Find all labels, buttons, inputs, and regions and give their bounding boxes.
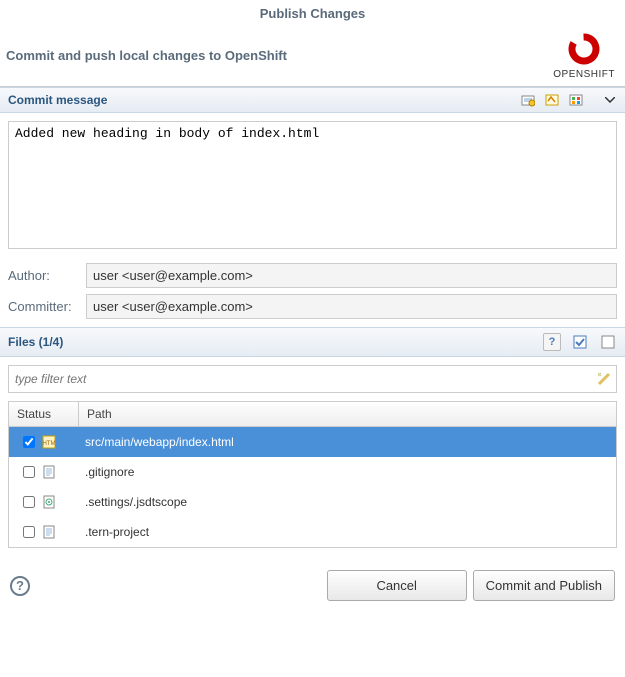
header-description: Commit and push local changes to OpenShi…: [6, 48, 287, 63]
row-path: .gitignore: [85, 465, 610, 479]
svg-text:HTM: HTM: [43, 441, 56, 447]
commit-publish-button[interactable]: Commit and Publish: [473, 570, 615, 601]
history-icon[interactable]: [521, 93, 535, 107]
files-section-title: Files (1/4): [8, 335, 63, 349]
commit-section-header: Commit message: [0, 87, 625, 113]
commit-message-input[interactable]: [8, 121, 617, 249]
row-checkbox[interactable]: [23, 496, 35, 508]
commit-toolbar: [521, 93, 617, 107]
uncheck-all-icon[interactable]: [599, 333, 617, 351]
committer-row: Committer:: [0, 291, 625, 327]
window-title: Publish Changes: [0, 0, 625, 25]
table-row[interactable]: .gitignore: [9, 457, 616, 487]
table-row[interactable]: .tern-project: [9, 517, 616, 547]
committer-input[interactable]: [86, 294, 617, 319]
settings-file-icon: [42, 495, 56, 509]
openshift-logo-text: OPENSHIFT: [553, 69, 615, 80]
row-path: .settings/.jsdtscope: [85, 495, 610, 509]
column-status[interactable]: Status: [9, 402, 79, 426]
openshift-logo-icon: [566, 31, 602, 67]
expand-icon[interactable]: [603, 93, 617, 107]
files-body: Status Path HTM src/main/webapp/index.htm…: [0, 357, 625, 556]
files-section-header: Files (1/4) ?: [0, 327, 625, 357]
file-table: Status Path HTM src/main/webapp/index.htm…: [8, 401, 617, 548]
author-label: Author:: [8, 268, 86, 283]
header: Commit and push local changes to OpenShi…: [0, 25, 625, 87]
text-file-icon: [42, 465, 56, 479]
html-file-icon: HTM: [42, 435, 56, 449]
row-checkbox[interactable]: [23, 436, 35, 448]
check-all-icon[interactable]: [571, 333, 589, 351]
clear-filter-icon[interactable]: [592, 366, 616, 392]
openshift-logo: OPENSHIFT: [553, 31, 615, 80]
commit-body: [0, 113, 625, 260]
commit-section-title: Commit message: [8, 93, 107, 107]
row-checkbox[interactable]: [23, 526, 35, 538]
help-icon[interactable]: ?: [10, 576, 30, 596]
row-path: src/main/webapp/index.html: [85, 435, 610, 449]
changeid-icon[interactable]: [569, 93, 583, 107]
committer-label: Committer:: [8, 299, 86, 314]
row-path: .tern-project: [85, 525, 610, 539]
column-path[interactable]: Path: [79, 402, 616, 426]
files-toolbar: ?: [543, 333, 617, 351]
row-checkbox[interactable]: [23, 466, 35, 478]
bottom-bar: ? Cancel Commit and Publish: [0, 556, 625, 611]
author-row: Author:: [0, 260, 625, 291]
filter-input[interactable]: [9, 366, 592, 392]
table-row[interactable]: HTM src/main/webapp/index.html: [9, 427, 616, 457]
cancel-button[interactable]: Cancel: [327, 570, 467, 601]
table-header: Status Path: [9, 402, 616, 427]
signoff-icon[interactable]: [545, 93, 559, 107]
table-body: HTM src/main/webapp/index.html .gitignore.…: [9, 427, 616, 547]
author-input[interactable]: [86, 263, 617, 288]
text-file-icon: [42, 525, 56, 539]
table-row[interactable]: .settings/.jsdtscope: [9, 487, 616, 517]
unknown-icon[interactable]: ?: [543, 333, 561, 351]
button-group: Cancel Commit and Publish: [327, 570, 615, 601]
filter-row: [8, 365, 617, 393]
